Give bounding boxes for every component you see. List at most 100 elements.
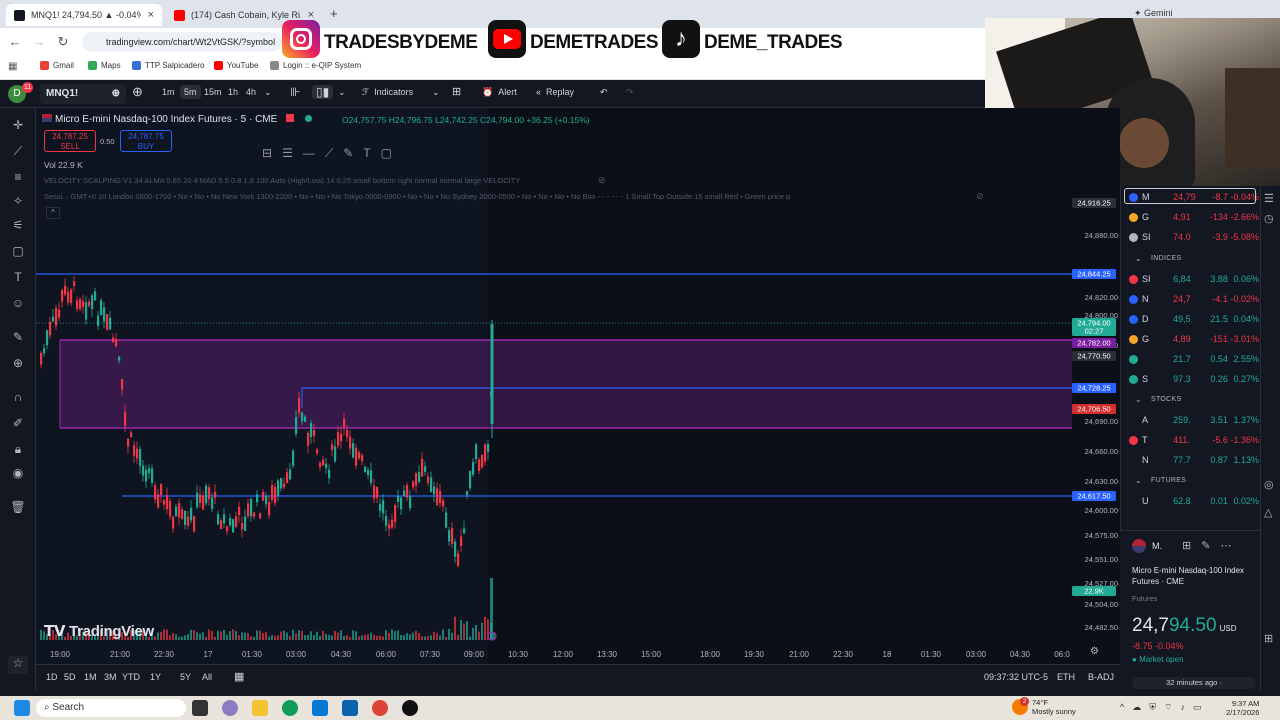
more-icon[interactable]: ⋯ <box>1220 539 1231 552</box>
chrome-icon[interactable] <box>372 700 388 716</box>
range-ytd[interactable]: YTD <box>122 672 140 682</box>
interval-5m[interactable]: 5m <box>180 85 201 99</box>
zoom-icon[interactable]: ⊕ <box>8 356 28 374</box>
range-1d[interactable]: 1D <box>46 672 58 682</box>
clock[interactable]: 09:37:32 UTC-5 <box>984 672 1048 682</box>
candle-style-icon[interactable]: ▯▮ <box>312 85 334 99</box>
watchlist-row[interactable]: N 24,7 -4.1 -0.02% <box>1129 290 1259 308</box>
chevron-down-icon[interactable]: ⌄ <box>432 87 440 98</box>
app-icon[interactable] <box>402 700 418 716</box>
bookmark-youtube[interactable]: YouTube <box>214 61 258 70</box>
back-icon[interactable]: ← <box>6 33 24 51</box>
bar-style-icon[interactable]: ⊪ <box>290 85 300 99</box>
pattern-icon[interactable]: ✧ <box>8 194 28 212</box>
undo-icon[interactable]: ↶ <box>600 87 608 98</box>
chevron-down-icon[interactable]: ⌄ <box>338 87 346 98</box>
chevron-up-icon[interactable]: ^ <box>1120 702 1124 713</box>
collapse-icon[interactable]: ^ <box>46 207 60 219</box>
redo-icon[interactable]: ↷ <box>626 87 634 98</box>
trend-line-icon[interactable]: ⟋ <box>8 144 28 162</box>
close-icon[interactable]: × <box>148 9 154 21</box>
bookmark-ttp[interactable]: TTP Salpicadero <box>132 61 204 70</box>
watchlist-row[interactable]: D 49,5 21.5 0.04% <box>1129 310 1259 328</box>
url-field[interactable]: tradingview.com/chart/Wt2VtGSK/?symbol <box>82 32 282 52</box>
alert-button[interactable]: ⏰ Alert <box>482 87 517 98</box>
watchlist-row[interactable]: SI 74.0 -3.9 -5.08% <box>1129 228 1259 246</box>
apps-grid-icon[interactable]: ⊞ <box>1264 632 1273 645</box>
shapes-icon[interactable]: ▢ <box>8 244 28 262</box>
list-tool-icon[interactable]: ☰ <box>282 146 293 160</box>
indicators-button[interactable]: ℱ Indicators <box>362 87 413 98</box>
range-1m[interactable]: 1M <box>84 672 97 682</box>
supply-zone[interactable] <box>60 340 1072 428</box>
chevron-down-icon[interactable]: ⌄ <box>1135 395 1142 404</box>
volume-icon[interactable]: ♪ <box>1180 702 1185 713</box>
watchlist-row[interactable]: 21.7 0.54 2.55% <box>1129 350 1259 368</box>
tab-tradingview[interactable]: MNQ1! 24,794.50 ▲ -0.04% U... × <box>6 4 162 26</box>
lock-icon[interactable]: 🔒︎ <box>8 442 28 460</box>
reload-icon[interactable]: ↻ <box>54 33 72 51</box>
chevron-down-icon[interactable]: ⌄ <box>1135 254 1142 263</box>
buy-button[interactable]: 24,787.75 BUY <box>120 130 172 152</box>
grid-icon[interactable]: ⊞ <box>1182 539 1191 552</box>
store-icon[interactable] <box>312 700 328 716</box>
range-all[interactable]: All <box>202 672 212 682</box>
indicator-sessions[interactable]: Sessi... GMT+0 10 London 0800-1700 • No … <box>44 192 974 201</box>
watchlist-row[interactable]: G 4,91 -134 -2.66% <box>1129 208 1259 226</box>
text-tool-icon[interactable]: T <box>363 146 370 160</box>
price-tag[interactable]: 24,706.50 <box>1077 405 1110 414</box>
onedrive-icon[interactable]: ☁ <box>1132 702 1141 713</box>
outlook-icon[interactable] <box>342 700 358 716</box>
crosshair-icon[interactable]: ✛ <box>8 118 28 136</box>
watchlist-row[interactable]: G 4,89 -151 -3.01% <box>1129 330 1259 348</box>
fib-icon[interactable]: ≡ <box>8 170 28 188</box>
watchlist-row[interactable]: U 62.8 0.01 0.02% <box>1129 492 1259 510</box>
taskbar-search[interactable]: ⌕ Search <box>36 699 186 717</box>
frame-tool-icon[interactable]: ▢ <box>381 146 392 160</box>
watchlist-section-header[interactable]: FUTURES <box>1151 477 1186 484</box>
range-1y[interactable]: 1Y <box>150 672 161 682</box>
weather-widget[interactable]: 74°F Mostly sunny <box>1032 698 1076 716</box>
news-chip[interactable]: 32 minutes ago · <box>1132 677 1256 689</box>
chat-icon[interactable]: ◎ <box>1264 478 1274 491</box>
indicator-velocity[interactable]: VELOCITY SCALPING V1 34 ALMA 0.65 20 4 M… <box>44 176 604 185</box>
flag-icon[interactable] <box>286 114 295 122</box>
security-icon[interactable]: ⛨ <box>1149 702 1156 713</box>
price-tag[interactable]: 02:27 <box>1085 327 1104 336</box>
interval-1m[interactable]: 1m <box>162 87 175 97</box>
file-explorer-icon[interactable] <box>252 700 268 716</box>
new-tab-icon[interactable]: + <box>330 6 338 21</box>
pen-tool-icon[interactable]: ✎ <box>343 146 353 160</box>
bookmark-maps[interactable]: Maps <box>88 61 121 70</box>
edit-icon[interactable]: ✎ <box>1201 539 1210 552</box>
chevron-down-icon[interactable]: ⌄ <box>1135 476 1142 485</box>
wifi-icon[interactable]: ⌔ <box>1164 702 1172 713</box>
settings-icon[interactable]: ⚙ <box>1090 646 1099 657</box>
price-tag[interactable]: 24,782.00 <box>1077 339 1110 348</box>
ruler-icon[interactable]: ✎ <box>8 330 28 348</box>
date-range-icon[interactable]: ▦ <box>234 670 244 683</box>
bookmark-eqip[interactable]: Login :: e-QIP System <box>270 61 361 70</box>
add-symbol-icon[interactable]: ⊕ <box>132 84 143 100</box>
stay-drawing-icon[interactable]: ✐ <box>8 416 28 434</box>
watchlist-row[interactable]: T 411. -5.6 -1.36% <box>1129 431 1259 449</box>
layouts-icon[interactable]: ⊞ <box>452 85 461 98</box>
eye-hidden-icon[interactable]: ⊘ <box>976 191 984 202</box>
taskbar-clock[interactable]: 9:37 AM 2/17/2026 <box>1226 699 1259 717</box>
watchlist-row[interactable]: A 259. 3.51 1.37% <box>1129 411 1259 429</box>
range-3m[interactable]: 3M <box>104 672 117 682</box>
hline-tool-icon[interactable]: — <box>303 146 315 160</box>
projection-icon[interactable]: ⚟ <box>8 218 28 236</box>
battery-icon[interactable]: ▭ <box>1193 702 1202 713</box>
interval-4h[interactable]: 4h <box>246 87 256 97</box>
alerts-icon[interactable]: ◷ <box>1264 212 1274 225</box>
chevron-down-icon[interactable]: ⌄ <box>264 87 272 98</box>
detail-symbol[interactable]: M. <box>1152 541 1162 551</box>
watchlist-icon[interactable]: ☰ <box>1264 192 1274 205</box>
interval-15m[interactable]: 15m <box>204 87 222 97</box>
symbol-search[interactable]: MNQ1! ⊕ <box>40 84 126 104</box>
watchlist-row[interactable]: S 97.3 0.26 0.27% <box>1129 370 1259 388</box>
range-5d[interactable]: 5D <box>64 672 76 682</box>
apps-icon[interactable]: ▦ <box>8 61 17 72</box>
price-tag[interactable]: 24,844.25 <box>1077 270 1110 279</box>
